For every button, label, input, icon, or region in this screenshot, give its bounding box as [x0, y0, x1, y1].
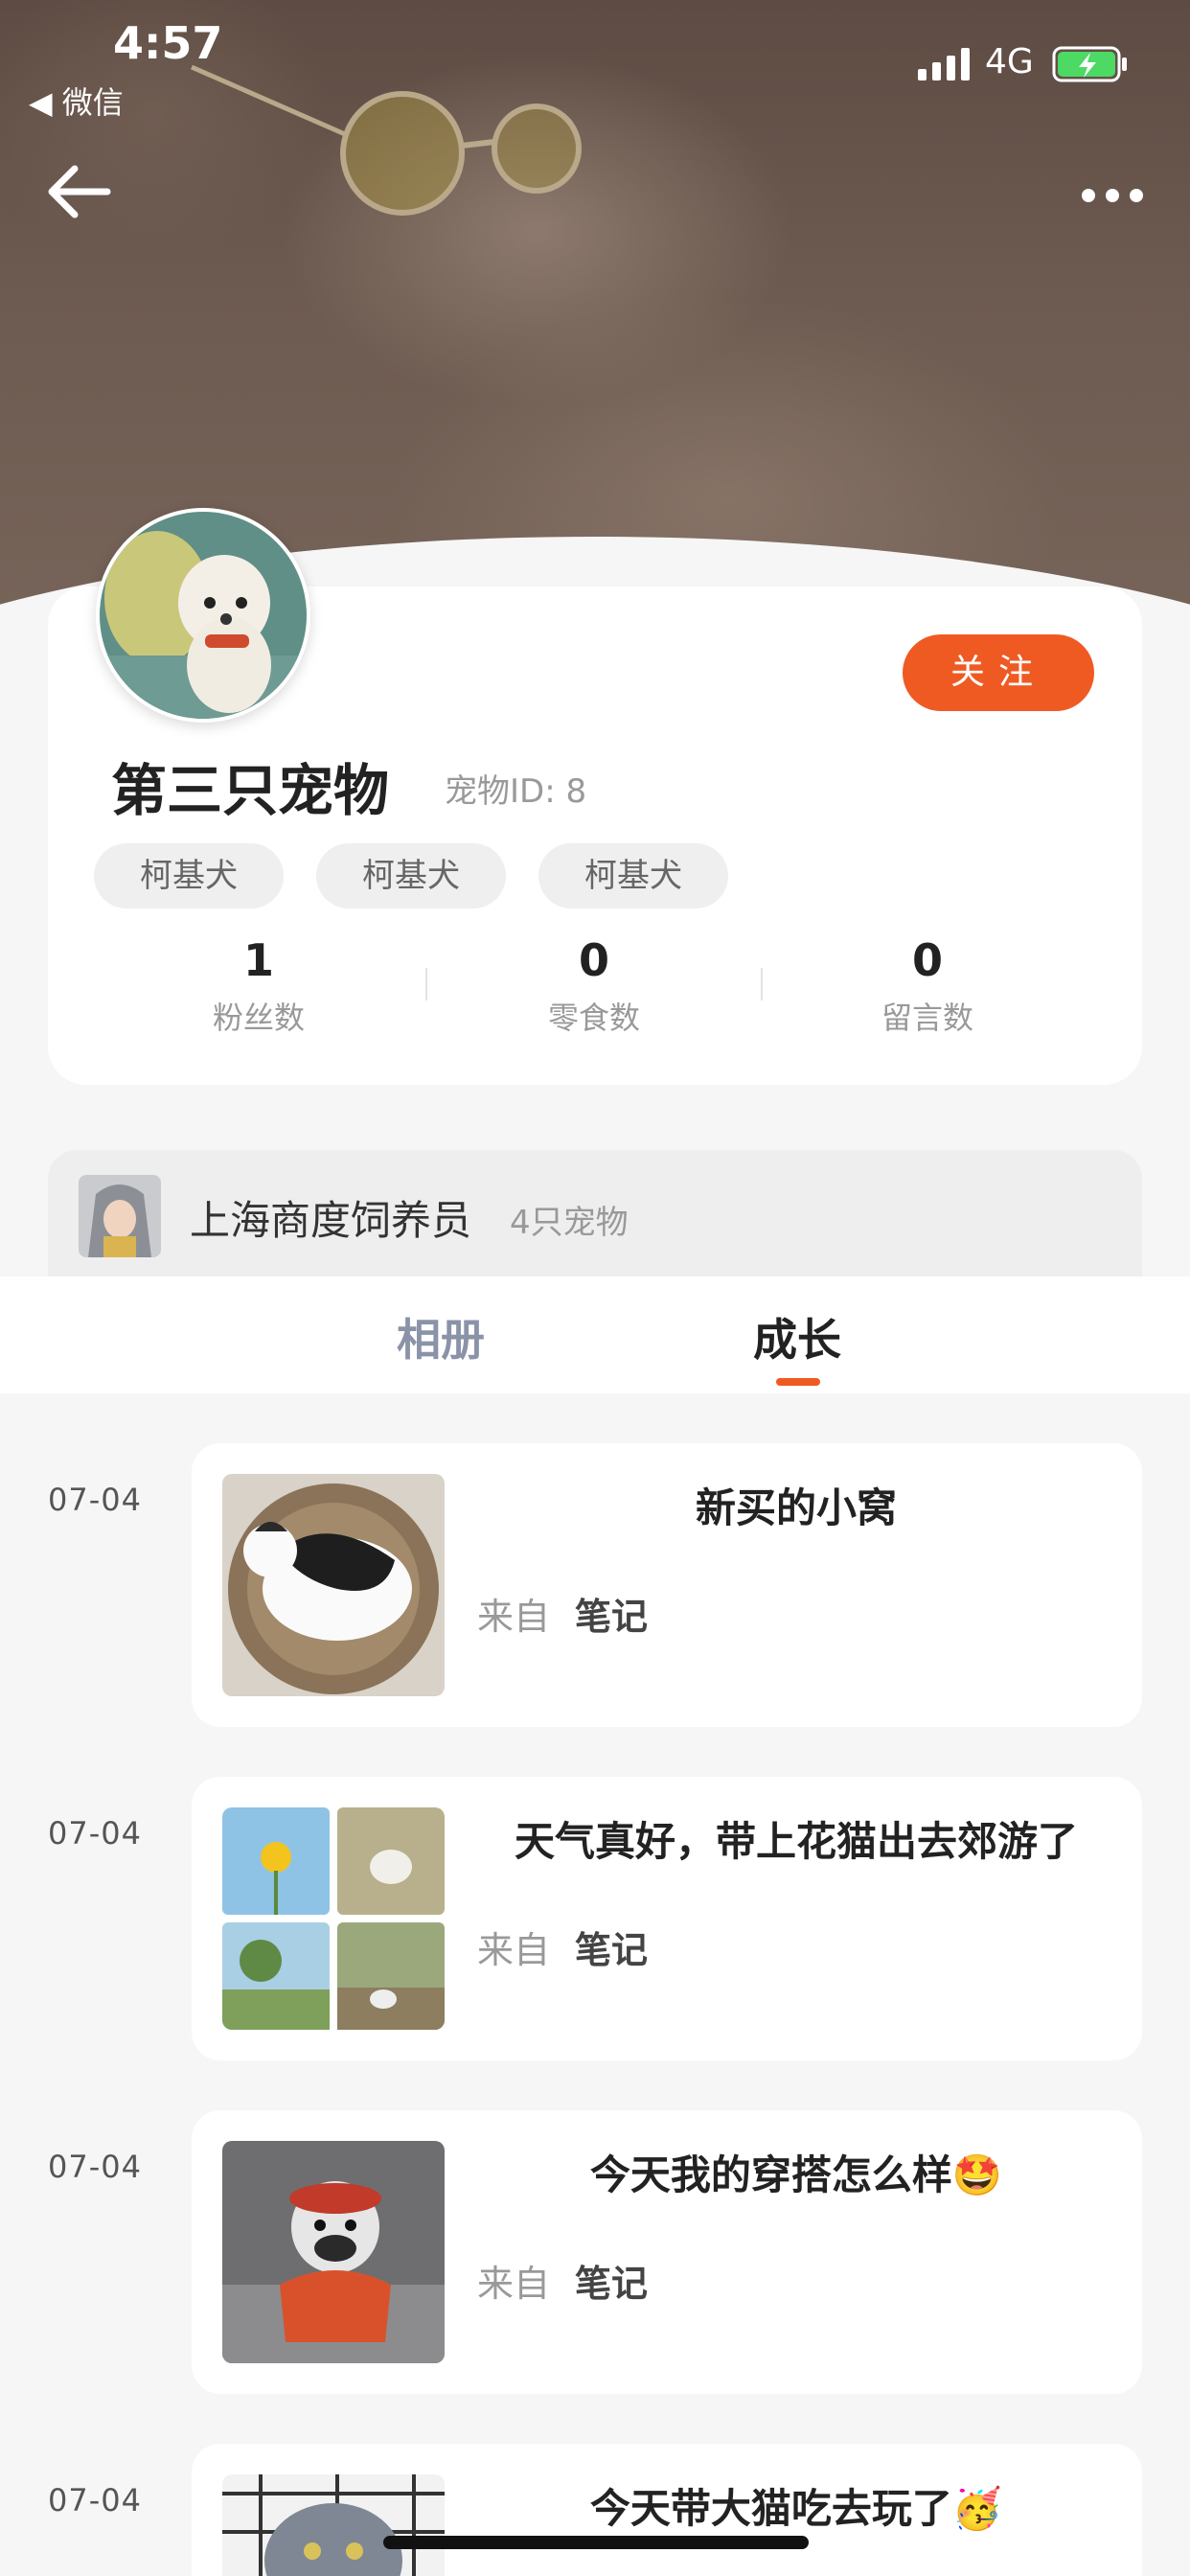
stat-divider — [425, 968, 427, 1000]
signal-bars-icon — [918, 48, 970, 80]
post-thumbnail — [222, 2474, 445, 2576]
follow-button[interactable]: 关注 — [903, 634, 1094, 711]
post-from-label: 来自 — [477, 2263, 551, 2305]
post-thumbnail — [222, 1474, 445, 1696]
stat-divider — [761, 968, 763, 1000]
stat-value: 1 — [242, 934, 274, 986]
owner-pet-count: 4只宠物 — [510, 1204, 629, 1242]
active-tab-indicator — [776, 1378, 820, 1386]
stat-label: 粉丝数 — [212, 1000, 305, 1036]
timeline-post[interactable]: 新买的小窝 来自 笔记 — [192, 1443, 1142, 1727]
post-thumbnail-grid — [222, 1807, 445, 2030]
post-source[interactable]: 笔记 — [575, 2254, 648, 2307]
post-from-label: 来自 — [477, 1929, 551, 1971]
stat-value: 0 — [578, 934, 609, 986]
stat-followers[interactable]: 1 粉丝数 — [115, 934, 402, 1038]
pet-id: 宠物ID: 8 — [445, 772, 587, 811]
timeline-post[interactable]: 天气真好，带上花猫出去郊游了 来自 笔记 — [192, 1777, 1142, 2060]
back-arrow-icon[interactable] — [46, 163, 113, 220]
breed-tag: 柯基犬 — [538, 843, 728, 908]
breed-tag: 柯基犬 — [94, 843, 284, 908]
stat-value: 0 — [911, 934, 943, 986]
stat-label: 零食数 — [547, 1000, 640, 1036]
tab-growth[interactable]: 成长 — [753, 1305, 841, 1368]
back-to-wechat-link[interactable]: ◀ 微信 — [29, 79, 124, 123]
timeline-post[interactable]: 今天我的穿搭怎么样🤩 来自 笔记 — [192, 2110, 1142, 2394]
stat-label: 留言数 — [881, 1000, 973, 1036]
timeline-date: 07-04 — [48, 2149, 142, 2185]
owner-photo — [79, 1175, 161, 1257]
post-source[interactable]: 笔记 — [575, 1920, 648, 1973]
owner-avatar[interactable] — [79, 1175, 161, 1257]
post-title: 今天我的穿搭怎么样🤩 — [589, 2151, 1003, 2198]
status-bar: 4:57 ◀ 微信 4G — [0, 0, 1190, 125]
stat-snacks[interactable]: 0 零食数 — [450, 934, 738, 1038]
outing-photos — [222, 1807, 445, 2030]
tab-album[interactable]: 相册 — [397, 1305, 485, 1368]
post-from-label: 来自 — [477, 1596, 551, 1638]
timeline-date: 07-04 — [48, 1482, 142, 1518]
breed-tag: 柯基犬 — [316, 843, 506, 908]
home-indicator[interactable] — [383, 2536, 809, 2549]
cat-bed-photo — [222, 1474, 445, 1696]
more-dots-icon[interactable] — [1079, 176, 1146, 215]
post-title: 天气真好，带上花猫出去郊游了 — [514, 1818, 1078, 1865]
dog-photo — [100, 512, 307, 719]
status-time: 4:57 — [113, 17, 223, 69]
owner-name: 上海商度饲养员 — [190, 1197, 472, 1244]
timeline-date: 07-04 — [48, 1815, 142, 1852]
tab-bar: 相册 成长 — [0, 1276, 1190, 1393]
post-thumbnail — [222, 2141, 445, 2363]
post-title: 新买的小窝 — [695, 1484, 897, 1531]
timeline-date: 07-04 — [48, 2482, 142, 2518]
network-type: 4G — [985, 42, 1034, 81]
post-source[interactable]: 笔记 — [575, 1587, 648, 1640]
dog-outfit-photo — [222, 2141, 445, 2363]
stat-messages[interactable]: 0 留言数 — [784, 934, 1071, 1038]
grey-cat-photo — [222, 2474, 445, 2576]
pet-name: 第三只宠物 — [111, 758, 390, 823]
post-title: 今天带大猫吃去玩了🥳 — [589, 2485, 1003, 2532]
battery-charging-icon — [1052, 46, 1127, 82]
timeline-post[interactable]: 今天带大猫吃去玩了🥳 — [192, 2444, 1142, 2576]
pet-avatar[interactable] — [96, 508, 310, 723]
